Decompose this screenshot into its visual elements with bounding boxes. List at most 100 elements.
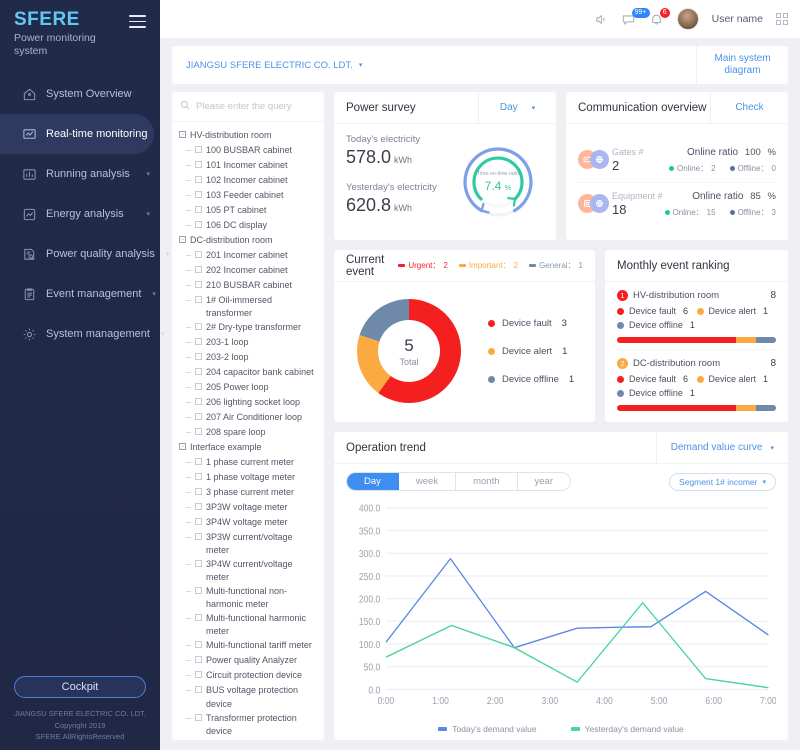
tree-checkbox[interactable]: [195, 641, 202, 648]
tree-checkbox[interactable]: [195, 488, 202, 495]
tree-checkbox[interactable]: [195, 560, 202, 567]
tree-leaf-node[interactable]: 205 Power loop: [172, 380, 324, 395]
hamburger-icon[interactable]: [129, 15, 146, 28]
sidebar-item-system-management[interactable]: System management ▾: [0, 314, 160, 354]
expand-toggle-icon[interactable]: −: [179, 236, 186, 243]
tree-leaf-node[interactable]: Power quality Analyzer: [172, 653, 324, 668]
expand-toggle-icon[interactable]: −: [179, 131, 186, 138]
speaker-icon[interactable]: [593, 12, 608, 27]
tree-checkbox[interactable]: [195, 587, 202, 594]
tree-checkbox[interactable]: [195, 458, 202, 465]
tree-checkbox[interactable]: [195, 266, 202, 273]
tree-leaf-node[interactable]: 207 Air Conditioner loop: [172, 410, 324, 425]
sidebar-item-event-management[interactable]: Event management ▾: [0, 274, 160, 314]
company-selector[interactable]: JIANGSU SFERE ELECTRIC CO. LDT. ▾: [172, 46, 696, 84]
period-tab-day[interactable]: Day: [347, 473, 399, 490]
tree-group-node[interactable]: −HV-distribution room: [172, 128, 324, 143]
tree-checkbox[interactable]: [195, 503, 202, 510]
tree-leaf-node[interactable]: 103 Feeder cabinet: [172, 188, 324, 203]
tree-leaf-node[interactable]: 3P3W voltage meter: [172, 500, 324, 515]
tree-checkbox[interactable]: [195, 614, 202, 621]
curve-type-select[interactable]: Demand value curve ▾: [656, 432, 788, 464]
tree-leaf-node[interactable]: 204 capacitor bank cabinet: [172, 365, 324, 380]
main-system-diagram-link[interactable]: Main system diagram: [696, 46, 788, 84]
period-tabs[interactable]: Dayweekmonthyear: [346, 472, 571, 491]
tree-leaf-node[interactable]: 203-2 loop: [172, 350, 324, 365]
tree-checkbox[interactable]: [195, 428, 202, 435]
avatar[interactable]: [677, 8, 699, 30]
cockpit-button[interactable]: Cockpit: [14, 676, 146, 698]
tree-checkbox[interactable]: [195, 281, 202, 288]
tree-checkbox[interactable]: [195, 686, 202, 693]
trend-legend-item[interactable]: Yesterday's demand value: [571, 724, 684, 734]
search-input[interactable]: [196, 101, 316, 112]
tree-leaf-node[interactable]: 206 lighting socket loop: [172, 395, 324, 410]
tree-checkbox[interactable]: [195, 191, 202, 198]
communication-check-button[interactable]: Check: [710, 92, 788, 124]
tree-checkbox[interactable]: [195, 146, 202, 153]
tree-checkbox[interactable]: [195, 221, 202, 228]
tree-leaf-node[interactable]: 2# Dry-type transformer: [172, 320, 324, 335]
tree-leaf-node[interactable]: 3P4W current/voltage meter: [172, 557, 324, 584]
tree-leaf-node[interactable]: Multi-functional non-harmonic meter: [172, 584, 324, 611]
chevron-down-icon[interactable]: ▾: [161, 330, 165, 338]
grid-icon[interactable]: [776, 13, 788, 25]
tree-checkbox[interactable]: [195, 518, 202, 525]
chevron-down-icon[interactable]: ▾: [146, 170, 150, 178]
tree-checkbox[interactable]: [195, 473, 202, 480]
tree-checkbox[interactable]: [195, 368, 202, 375]
tree-checkbox[interactable]: [195, 413, 202, 420]
tree-checkbox[interactable]: [195, 323, 202, 330]
tree-leaf-node[interactable]: 102 Incomer cabinet: [172, 173, 324, 188]
chevron-down-icon[interactable]: ▾: [146, 210, 150, 218]
tree-leaf-node[interactable]: Transformer protection device: [172, 711, 324, 738]
tree-leaf-node[interactable]: 106 DC display: [172, 218, 324, 233]
tree-checkbox[interactable]: [195, 296, 202, 303]
tree-checkbox[interactable]: [195, 714, 202, 721]
tree-leaf-node[interactable]: BUS voltage protection device: [172, 683, 324, 710]
bell-icon[interactable]: 6: [649, 12, 664, 27]
tree-checkbox[interactable]: [195, 161, 202, 168]
power-survey-period-select[interactable]: Day ▾: [478, 92, 556, 124]
tree-leaf-node[interactable]: 101 Incomer cabinet: [172, 158, 324, 173]
tree-leaf-node[interactable]: 3P3W current/voltage meter: [172, 530, 324, 557]
tree-checkbox[interactable]: [195, 533, 202, 540]
expand-toggle-icon[interactable]: −: [179, 443, 186, 450]
tree-checkbox[interactable]: [195, 656, 202, 663]
tree-leaf-node[interactable]: 1 phase voltage meter: [172, 470, 324, 485]
tree-leaf-node[interactable]: Circuit protection device: [172, 668, 324, 683]
tree-leaf-node[interactable]: 1 phase current meter: [172, 455, 324, 470]
tree-checkbox[interactable]: [195, 398, 202, 405]
tree-group-node[interactable]: −Interface example: [172, 440, 324, 455]
tree-checkbox[interactable]: [195, 383, 202, 390]
sidebar-item-system-overview[interactable]: System Overview: [0, 74, 160, 114]
sidebar-item-power-quality-analysis[interactable]: Power quality analysis ▾: [0, 234, 160, 274]
tree-leaf-node[interactable]: 210 BUSBAR cabinet: [172, 278, 324, 293]
sidebar-item-real-time-monitoring[interactable]: Real-time monitoring: [0, 114, 154, 154]
trend-legend-item[interactable]: Today's demand value: [438, 724, 536, 734]
tree-checkbox[interactable]: [195, 338, 202, 345]
period-tab-month[interactable]: month: [456, 473, 517, 490]
tree-checkbox[interactable]: [195, 206, 202, 213]
tree-leaf-node[interactable]: Multi-functional tariff meter: [172, 638, 324, 653]
tree-leaf-node[interactable]: 208 spare loop: [172, 425, 324, 440]
user-name[interactable]: User name: [712, 13, 763, 25]
tree-checkbox[interactable]: [195, 176, 202, 183]
tree-leaf-node[interactable]: 1# Oil-immersed transformer: [172, 293, 324, 320]
tree-leaf-node[interactable]: Multi-functional harmonic meter: [172, 611, 324, 638]
chat-icon[interactable]: 99+: [621, 12, 636, 27]
sidebar-item-energy-analysis[interactable]: Energy analysis ▾: [0, 194, 160, 234]
period-tab-week[interactable]: week: [399, 473, 456, 490]
tree-group-node[interactable]: −DC-distribution room: [172, 233, 324, 248]
device-tree-list[interactable]: −HV-distribution room100 BUSBAR cabinet1…: [172, 122, 324, 740]
tree-leaf-node[interactable]: 201 Incomer cabinet: [172, 248, 324, 263]
tree-leaf-node[interactable]: 3P4W voltage meter: [172, 515, 324, 530]
tree-leaf-node[interactable]: 100 BUSBAR cabinet: [172, 143, 324, 158]
tree-leaf-node[interactable]: 202 Incomer cabinet: [172, 263, 324, 278]
tree-leaf-node[interactable]: 105 PT cabinet: [172, 203, 324, 218]
tree-checkbox[interactable]: [195, 353, 202, 360]
chevron-down-icon[interactable]: ▾: [166, 250, 170, 258]
sidebar-item-running-analysis[interactable]: Running analysis ▾: [0, 154, 160, 194]
tree-leaf-node[interactable]: 203-1 loop: [172, 335, 324, 350]
segment-select[interactable]: Segment 1# incomer ▾: [669, 473, 776, 491]
